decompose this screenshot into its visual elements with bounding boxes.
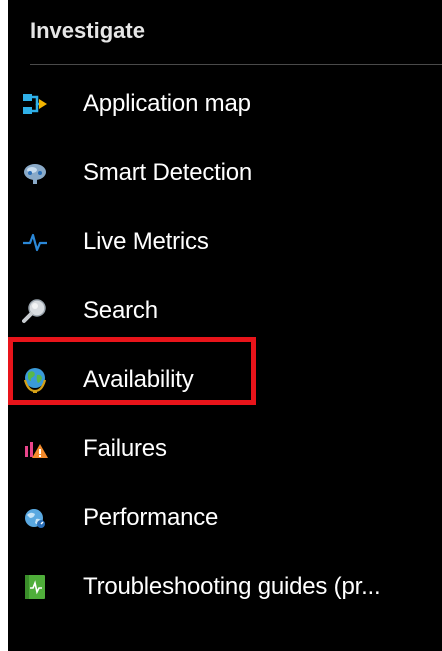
nav-item-label: Troubleshooting guides (pr... [83, 572, 381, 600]
globe-icon [22, 367, 48, 393]
nav-item-live-metrics[interactable]: Live Metrics [8, 207, 442, 276]
nav-item-smart-detection[interactable]: Smart Detection [8, 138, 442, 207]
application-map-icon [22, 91, 48, 117]
failures-icon [22, 436, 48, 462]
nav-item-label: Performance [83, 503, 219, 531]
nav-item-failures[interactable]: Failures [8, 414, 442, 483]
nav-item-label: Application map [83, 89, 251, 117]
section-title: Investigate [30, 18, 145, 43]
performance-icon [22, 505, 48, 531]
investigate-panel: Investigate Application map Smart Detect… [8, 0, 442, 651]
nav-item-label: Availability [83, 365, 194, 393]
nav-item-label: Live Metrics [83, 227, 209, 255]
nav-list: Application map Smart Detection Live Met… [8, 69, 442, 621]
nav-item-performance[interactable]: Performance [8, 483, 442, 552]
nav-item-application-map[interactable]: Application map [8, 69, 442, 138]
nav-item-availability[interactable]: Availability [8, 345, 442, 414]
nav-item-label: Failures [83, 434, 167, 462]
nav-item-label: Search [83, 296, 158, 324]
live-metrics-icon [22, 229, 48, 255]
troubleshooting-guide-icon [22, 574, 48, 600]
nav-item-troubleshooting-guides[interactable]: Troubleshooting guides (pr... [8, 552, 442, 621]
nav-item-label: Smart Detection [83, 158, 253, 186]
search-icon [22, 298, 48, 324]
smart-detection-icon [22, 160, 48, 186]
nav-item-search[interactable]: Search [8, 276, 442, 345]
section-divider [30, 64, 442, 65]
